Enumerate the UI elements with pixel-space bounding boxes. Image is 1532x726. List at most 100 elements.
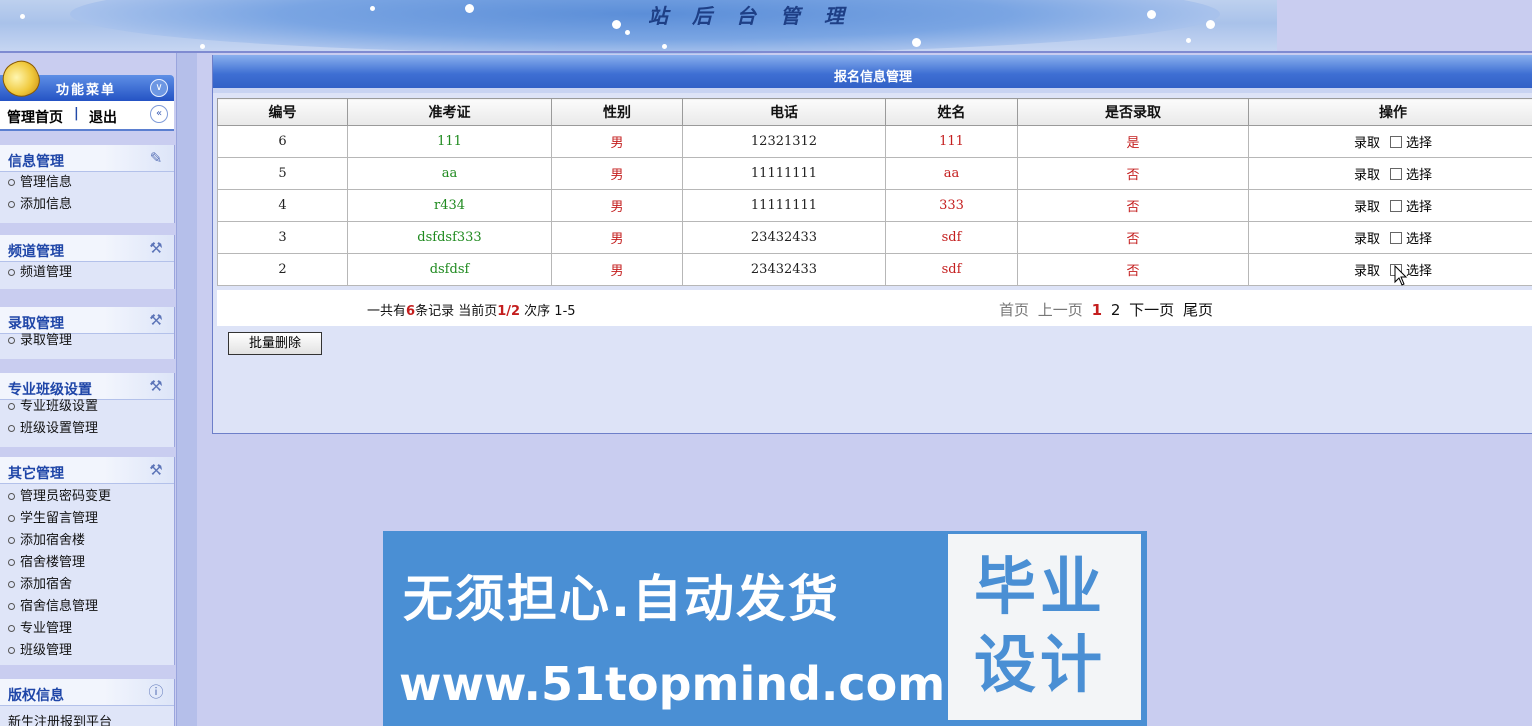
section-title: 版权信息 xyxy=(8,688,64,704)
mouse-cursor-icon xyxy=(1394,265,1408,286)
sidebar-item-student-messages[interactable]: 学生留言管理 xyxy=(0,508,174,530)
cell-ticket: r434 xyxy=(347,189,552,222)
column-header: 电话 xyxy=(682,98,886,126)
sidebar-item-channel-manage[interactable]: 频道管理 xyxy=(0,262,174,284)
section-title: 频道管理 xyxy=(8,244,64,260)
banner-title: 站后台管理 xyxy=(648,4,868,28)
chevron-down-icon[interactable]: ∨ xyxy=(150,79,168,97)
cell-ticket: 111 xyxy=(347,125,552,158)
cell-name: sdf xyxy=(885,221,1018,254)
sidebar-section-channel: 频道管理 ⚒ 频道管理 xyxy=(0,235,175,289)
sidebar-item-add-dorm-building[interactable]: 添加宿舍楼 xyxy=(0,530,174,552)
select-label: 选择 xyxy=(1406,232,1433,247)
cell-ticket: aa xyxy=(347,157,552,190)
column-header: 是否录取 xyxy=(1017,98,1249,126)
sidebar-section-admission: 录取管理 ⚒ 录取管理 xyxy=(0,307,175,359)
cell-name: aa xyxy=(885,157,1018,190)
sidebar-item-major-manage[interactable]: 专业管理 xyxy=(0,618,174,640)
sidebar-item-copyright-text: 新生注册报到平台 xyxy=(8,715,113,726)
section-header[interactable]: 其它管理 ⚒ xyxy=(0,457,174,484)
panel-header: 报名信息管理 xyxy=(213,55,1532,93)
cell-id: 5 xyxy=(217,157,348,190)
total-records: 6 xyxy=(406,304,416,319)
select-checkbox[interactable] xyxy=(1390,168,1402,180)
select-label: 选择 xyxy=(1406,200,1433,215)
sidebar-section-major-class: 专业班级设置 ⚒ 专业班级设置 班级设置管理 xyxy=(0,373,175,447)
section-title: 其它管理 xyxy=(8,466,64,482)
pagination-links: 首页 上一页 1 2 下一页 尾页 xyxy=(999,299,1217,320)
watermark-ad: 无须担心.自动发货 www.51topmind.com 毕业设计 xyxy=(383,531,1147,726)
cell-id: 2 xyxy=(217,253,348,286)
cell-gender: 男 xyxy=(551,253,683,286)
sidebar-item-dorm-building-manage[interactable]: 宿舍楼管理 xyxy=(0,552,174,574)
select-checkbox[interactable] xyxy=(1390,200,1402,212)
first-page-link[interactable]: 首页 xyxy=(999,301,1029,319)
sidebar-item-admin-password[interactable]: 管理员密码变更 xyxy=(0,486,174,508)
records-table: 编号 准考证 性别 电话 姓名 是否录取 操作 6 111 男 12321312 111… xyxy=(217,98,1532,286)
cell-name: 111 xyxy=(885,125,1018,158)
prev-page-link[interactable]: 上一页 xyxy=(1038,301,1083,319)
logout-link[interactable]: 退出 xyxy=(89,107,117,127)
tools-icon: ⚒ xyxy=(149,461,163,479)
section-header[interactable]: 信息管理 ✎ xyxy=(0,145,174,172)
ad-slogan: 无须担心.自动发货 xyxy=(403,570,840,628)
section-header[interactable]: 频道管理 ⚒ xyxy=(0,235,174,262)
cell-id: 6 xyxy=(217,125,348,158)
tools-icon: ⚒ xyxy=(149,377,163,395)
main-panel: 报名信息管理 编号 准考证 性别 电话 姓名 是否录取 操作 6 111 男 1232… xyxy=(212,55,1532,434)
cell-phone: 11111111 xyxy=(682,189,886,222)
cell-operations: 录取 选择 xyxy=(1248,125,1532,158)
cell-gender: 男 xyxy=(551,125,683,158)
ad-badge: 毕业设计 xyxy=(948,534,1141,720)
info-icon: ⓘ xyxy=(148,683,164,701)
batch-delete-button[interactable]: 批量删除 xyxy=(228,332,322,355)
sidebar-item-add-info[interactable]: 添加信息 xyxy=(0,194,174,216)
pagination-bar: 一共有6条记录 当前页1/2 次序 1-5 首页 上一页 1 2 下一页 尾页 xyxy=(217,290,1532,326)
sidebar-item-major-class-settings[interactable]: 专业班级设置 xyxy=(0,396,174,418)
menu-header: 功能菜单 ∨ xyxy=(0,55,174,103)
accept-link[interactable]: 录取 xyxy=(1354,200,1380,215)
table-row: 5 aa 男 11111111 aa 否录取 选择 xyxy=(217,157,1532,190)
sidebar-item-class-settings-manage[interactable]: 班级设置管理 xyxy=(0,418,174,440)
cell-gender: 男 xyxy=(551,157,683,190)
accept-link[interactable]: 录取 xyxy=(1354,136,1380,151)
last-page-link[interactable]: 尾页 xyxy=(1183,301,1213,319)
panel-title: 报名信息管理 xyxy=(833,70,912,85)
cell-admitted: 否 xyxy=(1017,221,1249,254)
cell-admitted: 是 xyxy=(1017,125,1249,158)
select-label: 选择 xyxy=(1406,168,1433,183)
next-page-link[interactable]: 下一页 xyxy=(1129,301,1174,319)
page-1-link[interactable]: 1 xyxy=(1092,301,1102,319)
cell-ticket: dsfdsf333 xyxy=(347,221,552,254)
home-link[interactable]: 管理首页 xyxy=(7,107,63,127)
select-label: 选择 xyxy=(1406,136,1433,151)
current-page: 1/2 xyxy=(497,304,521,319)
section-header[interactable]: 版权信息 ⓘ xyxy=(0,679,174,706)
tools-icon: ⚒ xyxy=(149,311,163,329)
sidebar-item-class-manage[interactable]: 班级管理 xyxy=(0,640,174,662)
accept-link[interactable]: 录取 xyxy=(1354,168,1380,183)
section-title: 信息管理 xyxy=(8,154,64,170)
brush-logo-icon xyxy=(0,55,45,103)
table-row: 2 dsfdsf 男 23432433 sdf 否 录取 选择 xyxy=(217,253,1532,286)
column-header: 性别 xyxy=(551,98,683,126)
cell-admitted: 否 xyxy=(1017,189,1249,222)
accept-link[interactable]: 录取 xyxy=(1354,232,1380,247)
sidebar-item-manage-info[interactable]: 管理信息 xyxy=(0,172,174,194)
cell-phone: 11111111 xyxy=(682,157,886,190)
link-separator: | xyxy=(74,106,79,121)
column-header: 准考证 xyxy=(347,98,552,126)
cell-operations: 录取 选择 xyxy=(1248,189,1532,222)
accept-link[interactable]: 录取 xyxy=(1354,264,1380,279)
sidebar-item-admission-manage[interactable]: 录取管理 xyxy=(0,330,174,352)
page-2-link[interactable]: 2 xyxy=(1111,301,1121,319)
sidebar-item-dorm-info-manage[interactable]: 宿舍信息管理 xyxy=(0,596,174,618)
cell-phone: 23432433 xyxy=(682,221,886,254)
double-chevron-left-icon[interactable]: « xyxy=(150,105,168,123)
cell-id: 3 xyxy=(217,221,348,254)
sidebar-section-info: 信息管理 ✎ 管理信息 添加信息 xyxy=(0,145,175,223)
sidebar-item-add-dorm[interactable]: 添加宿舍 xyxy=(0,574,174,596)
select-checkbox[interactable] xyxy=(1390,136,1402,148)
sidebar-splitter[interactable] xyxy=(176,53,197,726)
select-checkbox[interactable] xyxy=(1390,232,1402,244)
